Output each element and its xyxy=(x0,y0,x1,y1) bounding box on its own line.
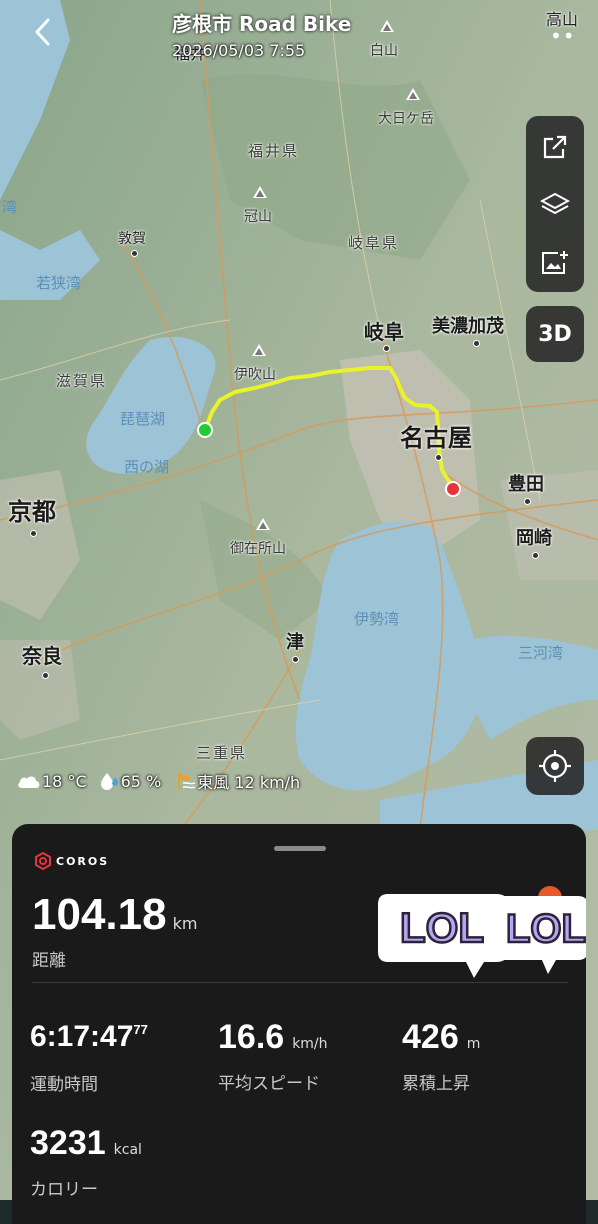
city-label-tsuruga: 敦賀 xyxy=(118,231,146,247)
pref-label-shiga: 滋賀県 xyxy=(56,372,108,390)
pref-label-gifu: 岐阜県 xyxy=(348,234,400,252)
divider xyxy=(32,982,568,983)
water-label-wakasawan: 若狭湾 xyxy=(36,274,82,292)
city-label-toyota: 豊田 xyxy=(508,474,544,495)
avg-speed-stat: 16.6 km/h 平均スピード xyxy=(218,1018,328,1094)
city-label-gifu: 岐阜 xyxy=(364,320,404,344)
weather-bar: 18 °C 65 % 東風 12 km/h xyxy=(16,770,304,792)
more-dots-icon[interactable]: •• xyxy=(550,24,576,48)
city-dot xyxy=(524,498,531,505)
wind-value: 東風 12 km/h xyxy=(197,773,301,792)
lol-sticker: LOL LOL xyxy=(378,886,586,978)
distance-value: 104.18 xyxy=(32,890,167,939)
locate-button[interactable] xyxy=(526,737,584,795)
city-label-kyoto: 京都 xyxy=(8,498,56,526)
city-dot xyxy=(131,250,138,257)
city-dot xyxy=(435,454,442,461)
water-label-bay: 湾 xyxy=(2,198,18,216)
share-icon xyxy=(543,135,567,159)
calories-unit: kcal xyxy=(113,1142,142,1158)
summary-panel[interactable]: COROS 104.18 km 距離 LOL LOL 6:17:47 77 運動… xyxy=(12,824,586,1224)
layers-button[interactable] xyxy=(526,176,584,234)
duration-fraction: 77 xyxy=(133,1022,148,1037)
city-dot xyxy=(383,345,390,352)
avg-speed-label: 平均スピード xyxy=(218,1074,320,1094)
water-label-mikawawan: 三河湾 xyxy=(518,644,564,662)
distance-unit: km xyxy=(172,914,198,933)
brand-name: COROS xyxy=(56,854,110,868)
mountain-label-dainichi: 大日ケ岳 xyxy=(378,111,434,127)
mountain-icon xyxy=(253,186,267,198)
city-label-tsu: 津 xyxy=(286,632,304,653)
calories-label: カロリー xyxy=(30,1180,98,1200)
activity-title: 彦根市 Road Bike xyxy=(172,12,352,36)
elevation-stat: 426 m 累積上昇 xyxy=(402,1018,480,1094)
mountain-icon xyxy=(380,20,394,32)
elevation-unit: m xyxy=(466,1036,481,1052)
add-image-icon xyxy=(542,251,568,274)
add-image-button[interactable] xyxy=(526,234,584,292)
mountain-icon xyxy=(406,88,420,100)
avg-speed-unit: km/h xyxy=(292,1036,328,1052)
sticker-text-back: LOL xyxy=(506,907,586,951)
duration-value: 6:17:47 xyxy=(30,1020,134,1053)
chevron-left-icon xyxy=(35,18,50,46)
water-label-biwako: 琵琶湖 xyxy=(120,410,166,428)
avg-speed-value: 16.6 xyxy=(218,1018,285,1056)
elevation-value: 426 xyxy=(402,1018,459,1056)
locate-icon xyxy=(539,750,571,782)
layers-icon xyxy=(540,192,570,215)
city-dot xyxy=(532,552,539,559)
mountain-icon xyxy=(256,518,270,530)
route-start-marker xyxy=(197,422,213,438)
elevation-label: 累積上昇 xyxy=(402,1074,470,1094)
city-label-nagoya: 名古屋 xyxy=(400,424,472,452)
sticker-text-front: LOL xyxy=(400,904,484,951)
pref-label-fukui: 福井県 xyxy=(248,142,300,160)
city-dot xyxy=(292,656,299,663)
pref-label-mie: 三重県 xyxy=(196,744,248,762)
map-tool-group xyxy=(526,116,584,292)
temperature-value: 18 °C xyxy=(42,771,87,791)
coros-logo-icon xyxy=(35,852,51,870)
city-label-okazaki: 岡崎 xyxy=(516,528,552,549)
wind-flag-icon xyxy=(178,773,196,789)
route-end-marker xyxy=(445,481,461,497)
humidity-icon xyxy=(100,773,118,790)
activity-datetime: 2026/05/03 7:55 xyxy=(172,41,306,60)
mountain-icon xyxy=(252,344,266,356)
back-button[interactable] xyxy=(28,14,60,50)
brand-logo: COROS xyxy=(34,852,109,870)
city-label-nara: 奈良 xyxy=(22,644,62,668)
humidity-value: 65 % xyxy=(120,771,162,791)
water-label-isewan: 伊勢湾 xyxy=(354,610,400,628)
calories-stat: 3231 kcal カロリー xyxy=(30,1124,142,1200)
mountain-label-kanmuri: 冠山 xyxy=(244,209,272,225)
3d-toggle-button[interactable]: 3D xyxy=(526,306,584,362)
mountain-label-hakusan: 白山 xyxy=(370,43,398,59)
water-label-nishinoko: 西の湖 xyxy=(124,458,170,476)
mountain-label-ibuki: 伊吹山 xyxy=(234,367,276,383)
duration-stat: 6:17:47 77 運動時間 xyxy=(30,1020,148,1095)
city-dot xyxy=(30,530,37,537)
distance-stat: 104.18 km xyxy=(32,890,197,940)
distance-label: 距離 xyxy=(32,951,66,971)
city-dot xyxy=(42,672,49,679)
cloud-icon xyxy=(18,776,40,788)
city-label-minokamo: 美濃加茂 xyxy=(432,316,504,337)
city-dot xyxy=(473,340,480,347)
duration-label: 運動時間 xyxy=(30,1075,98,1095)
calories-value: 3231 xyxy=(30,1124,106,1162)
mountain-label-gozaisho: 御在所山 xyxy=(230,541,286,557)
drag-handle[interactable] xyxy=(274,846,326,851)
share-button[interactable] xyxy=(526,118,584,176)
